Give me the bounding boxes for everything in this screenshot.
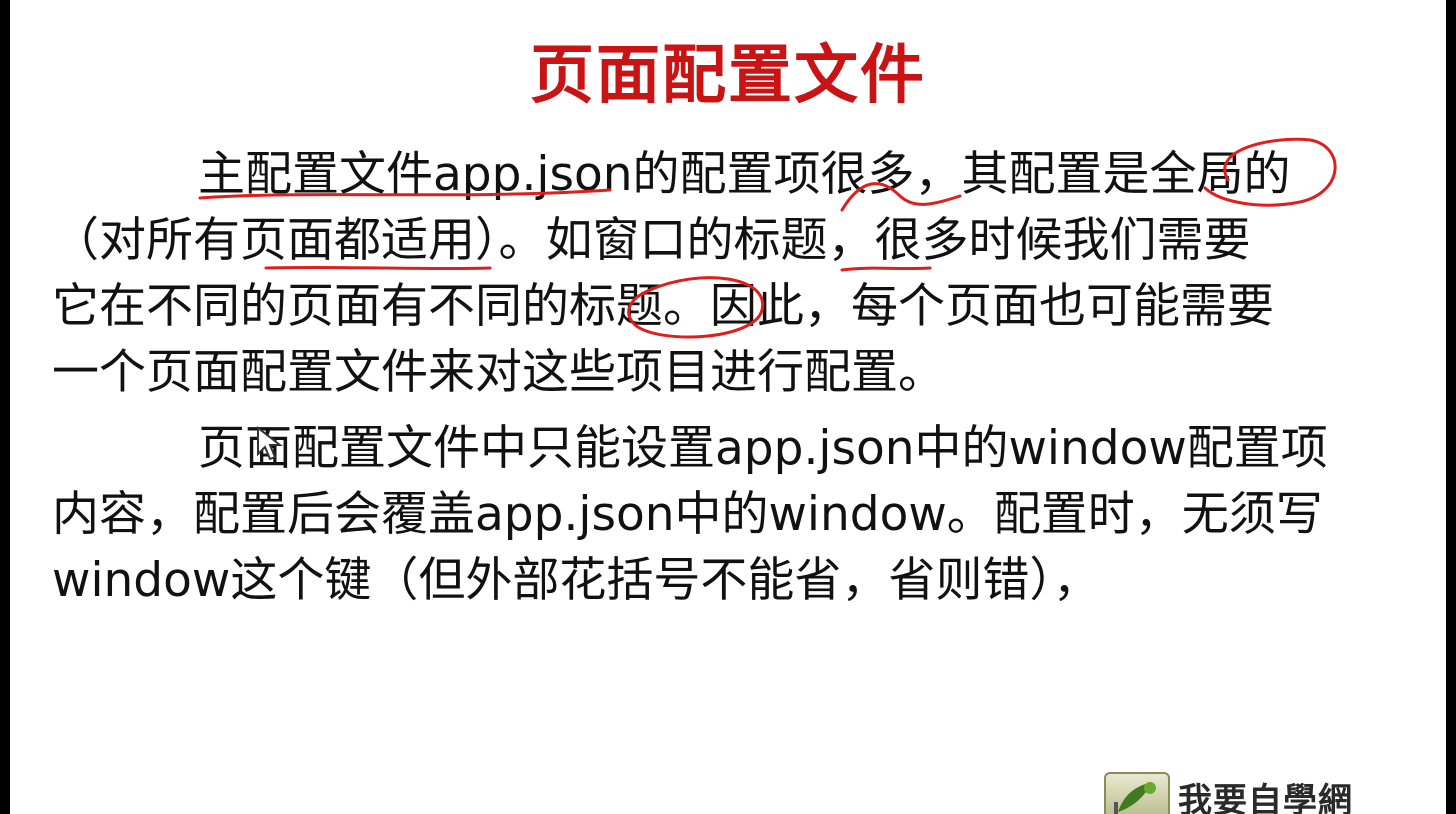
paragraph-2-line-2: 内容，配置后会覆盖app.json中的window。配置时，无须写 — [52, 487, 1323, 542]
paragraph-1: 主配置文件app.json的配置项很多，其配置是全局的 （对所有页面都适用）。如… — [52, 142, 1412, 406]
paragraph-1-line-4: 一个页面配置文件来对这些项目进行配置。 — [52, 345, 945, 400]
paragraph-1-line-1: 主配置文件app.json的配置项很多，其配置是全局的 — [198, 147, 1291, 202]
slide: 页面配置文件 主配置文件app.json的配置项很多，其配置是全局的 （对所有页… — [10, 0, 1446, 814]
slide-body: 主配置文件app.json的配置项很多，其配置是全局的 （对所有页面都适用）。如… — [52, 142, 1412, 614]
paragraph-1-line-2: （对所有页面都适用）。如窗口的标题，很多时候我们需要 — [52, 213, 1251, 268]
slide-title: 页面配置文件 — [530, 38, 926, 113]
mouse-cursor-icon — [256, 425, 286, 462]
logo-leaf-icon — [1104, 772, 1170, 814]
site-logo: 我要自學網 — [1104, 772, 1353, 814]
logo-text: 我要自學網 — [1178, 780, 1353, 814]
paragraph-2-line-3: window这个键（但外部花括号不能省，省则错）， — [52, 553, 1100, 608]
paragraph-1-line-3: 它在不同的页面有不同的标题。因此，每个页面也可能需要 — [52, 279, 1274, 334]
